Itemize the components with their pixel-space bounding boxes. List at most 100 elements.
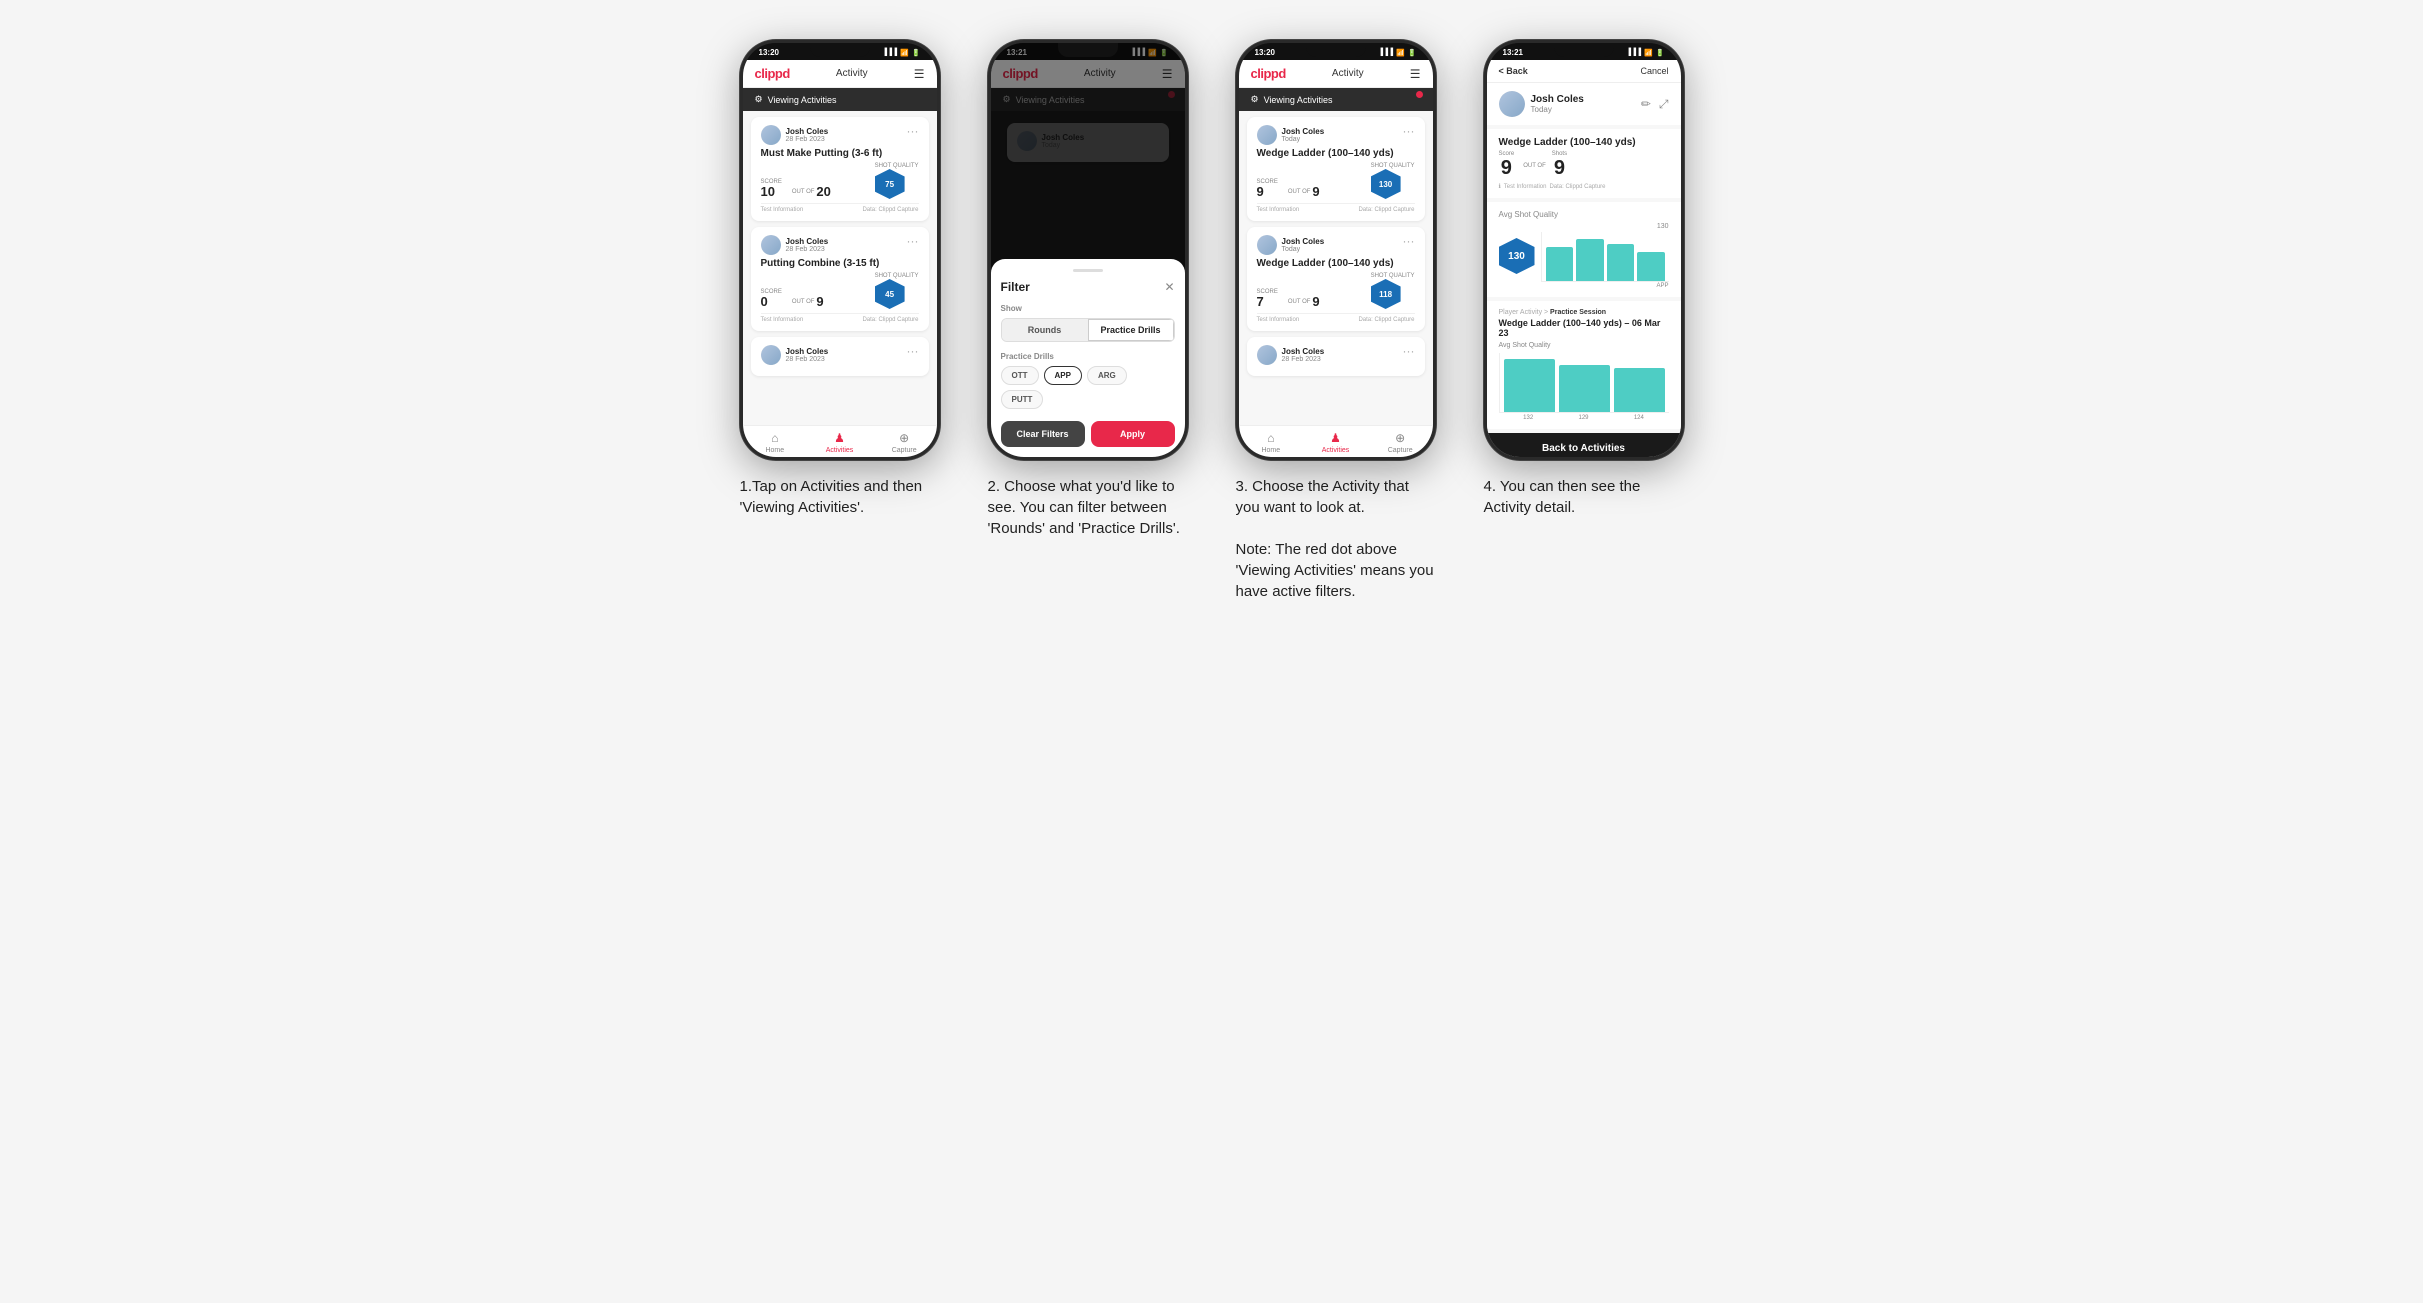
drill-bar-1 [1504, 359, 1555, 412]
outof-3-1: OUT OF 9 [1288, 294, 1320, 309]
nav-capture-label-1: Capture [892, 447, 917, 454]
back-to-activities-btn[interactable]: Back to Activities [1487, 433, 1681, 457]
footer-right-3-1: Data: Clippd Capture [1358, 317, 1414, 323]
shots-val-3-0: 9 [1312, 184, 1319, 199]
home-icon-3: ⌂ [1267, 431, 1274, 445]
pill-app[interactable]: APP [1044, 366, 1082, 385]
card-title-1-0: Must Make Putting (3-6 ft) [761, 148, 919, 159]
quality-badge-3-1: 118 [1371, 279, 1401, 309]
app-header-1: clippd Activity ☰ [743, 60, 937, 88]
apply-btn[interactable]: Apply [1091, 421, 1175, 447]
shots-val-1-1: 9 [816, 294, 823, 309]
quality-badge-1-0: 75 [875, 169, 905, 199]
detail-user-date: Today [1531, 105, 1584, 114]
nav-activities-1[interactable]: ♟ Activities [807, 426, 872, 457]
quality-badge-3-0: 130 [1371, 169, 1401, 199]
back-button[interactable]: < Back [1499, 66, 1528, 76]
card-dots-1-2[interactable]: ··· [907, 345, 919, 357]
clear-filters-btn[interactable]: Clear Filters [1001, 421, 1085, 447]
detail-shots-val: 9 [1554, 157, 1565, 180]
card-footer-1-1: Test Information Data: Clippd Capture [761, 313, 919, 323]
score-val-1-1: 0 [761, 295, 782, 309]
cancel-button[interactable]: Cancel [1640, 66, 1668, 76]
card-header-1-1: Josh Coles 28 Feb 2023 ··· [761, 235, 919, 255]
quality-badge-1-1: 45 [875, 279, 905, 309]
menu-icon-1[interactable]: ☰ [914, 67, 925, 81]
footer-right-3-0: Data: Clippd Capture [1358, 207, 1414, 213]
activity-card-1-1[interactable]: Josh Coles 28 Feb 2023 ··· Putting Combi… [751, 227, 929, 331]
show-label: Show [1001, 304, 1175, 313]
card-user-name-1-1: Josh Coles [786, 237, 829, 246]
toggle-practice-drills[interactable]: Practice Drills [1088, 319, 1174, 341]
nav-activities-3[interactable]: ♟ Activities [1303, 426, 1368, 457]
outof-3-0: OUT OF 9 [1288, 184, 1320, 199]
phone-notch-3 [1306, 43, 1366, 57]
viewing-bar-label-3: Viewing Activities [1264, 95, 1333, 105]
viewing-bar-1[interactable]: ⚙ Viewing Activities [743, 88, 937, 111]
info-icon: ℹ [1499, 183, 1501, 190]
chart-row: 130 130 APP [1499, 223, 1669, 289]
filter-drag-handle[interactable] [1073, 269, 1103, 272]
nav-capture-3[interactable]: ⊕ Capture [1368, 426, 1433, 457]
detail-avatar [1499, 91, 1525, 117]
pill-putt[interactable]: PUTT [1001, 390, 1044, 409]
activity-card-3-0[interactable]: Josh Coles Today ··· Wedge Ladder (100–1… [1247, 117, 1425, 221]
bar-chart-area: 132 129 124 [1499, 353, 1669, 421]
pill-ott[interactable]: OTT [1001, 366, 1039, 385]
activity-card-3-2[interactable]: Josh Coles 28 Feb 2023 ··· [1247, 337, 1425, 376]
nav-home-3[interactable]: ⌂ Home [1239, 426, 1304, 457]
avg-quality-label: Avg Shot Quality [1499, 210, 1669, 219]
phone-1: 13:20 ▐▐▐ 📶 🔋 clippd Activity ☰ ⚙ Viewin… [740, 40, 940, 460]
filter-close-btn[interactable]: ✕ [1164, 280, 1174, 294]
activity-card-3-1[interactable]: Josh Coles Today ··· Wedge Ladder (100–1… [1247, 227, 1425, 331]
nav-activities-label-3: Activities [1322, 447, 1350, 454]
edit-icon[interactable]: ✏ [1641, 97, 1651, 112]
expand-icon[interactable]: ⤢ [1659, 97, 1669, 112]
signal-icon-3: ▐▐▐ [1378, 49, 1393, 56]
card-title-1-1: Putting Combine (3-15 ft) [761, 258, 919, 269]
card-stats-1-0: Score 10 OUT OF 20 Shot Quality 75 [761, 163, 919, 199]
footer-left-3-0: Test Information [1257, 207, 1300, 213]
app-header-3: clippd Activity ☰ [1239, 60, 1433, 88]
card-dots-1-1[interactable]: ··· [907, 235, 919, 247]
outof-1-1: OUT OF 9 [792, 294, 824, 309]
menu-icon-3[interactable]: ☰ [1410, 67, 1421, 81]
toggle-rounds[interactable]: Rounds [1002, 319, 1088, 341]
filter-toggle-row: Rounds Practice Drills [1001, 318, 1175, 342]
outof-1-0: OUT OF 20 [792, 184, 831, 199]
activity-card-1-2[interactable]: Josh Coles 28 Feb 2023 ··· [751, 337, 929, 376]
detail-user-left: Josh Coles Today [1499, 91, 1584, 117]
nav-home-1[interactable]: ⌂ Home [743, 426, 808, 457]
bar-val-1: 132 [1503, 415, 1554, 421]
nav-capture-1[interactable]: ⊕ Capture [872, 426, 937, 457]
phones-row: 13:20 ▐▐▐ 📶 🔋 clippd Activity ☰ ⚙ Viewin… [730, 40, 1694, 602]
card-dots-3-0[interactable]: ··· [1403, 125, 1415, 137]
shots-val-1-0: 20 [816, 184, 830, 199]
card-dots-1-0[interactable]: ··· [907, 125, 919, 137]
phone-1-col: 13:20 ▐▐▐ 📶 🔋 clippd Activity ☰ ⚙ Viewin… [730, 40, 950, 518]
viewing-bar-label-1: Viewing Activities [768, 95, 837, 105]
card-header-3-2: Josh Coles 28 Feb 2023 ··· [1257, 345, 1415, 365]
avatar-3-0 [1257, 125, 1277, 145]
nav-home-label-1: Home [765, 447, 784, 454]
info-text1: Test Information [1504, 184, 1547, 190]
pill-arg[interactable]: ARG [1087, 366, 1127, 385]
outof-text-1-0: OUT OF [792, 189, 815, 195]
activity-card-1-0[interactable]: Josh Coles 28 Feb 2023 ··· Must Make Put… [751, 117, 929, 221]
detail-action-icons: ✏ ⤢ [1641, 97, 1669, 112]
battery-icon-3: 🔋 [1408, 49, 1417, 57]
user-date-3-2: 28 Feb 2023 [1282, 356, 1325, 363]
status-icons-4: ▐▐▐ 📶 🔋 [1626, 49, 1664, 57]
viewing-bar-3[interactable]: ⚙ Viewing Activities [1239, 88, 1433, 111]
phone-4-col: 13:21 ▐▐▐ 📶 🔋 < Back Cancel Josh Coles [1474, 40, 1694, 518]
app-logo-1: clippd [755, 66, 790, 81]
card-dots-3-1[interactable]: ··· [1403, 235, 1415, 247]
bottom-nav-1: ⌂ Home ♟ Activities ⊕ Capture [743, 425, 937, 457]
detail-content: Josh Coles Today ✏ ⤢ Wedge Ladder (100–1… [1487, 83, 1681, 457]
card-dots-3-2[interactable]: ··· [1403, 345, 1415, 357]
drill-bar-3 [1614, 368, 1665, 412]
phone-3: 13:20 ▐▐▐ 📶 🔋 clippd Activity ☰ ⚙ Viewin… [1236, 40, 1436, 460]
status-time-1: 13:20 [759, 48, 779, 57]
user-name-3-0: Josh Coles [1282, 127, 1325, 136]
bar-val-3: 124 [1613, 415, 1664, 421]
